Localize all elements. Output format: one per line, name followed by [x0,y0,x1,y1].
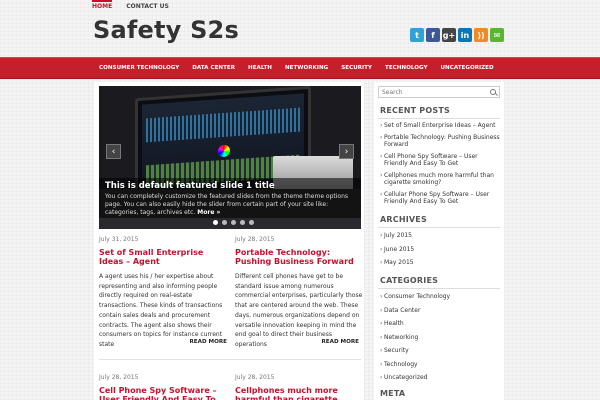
post-excerpt: A agent uses his / her expertise about r… [99,273,223,348]
category-link[interactable]: Consumer Technology [380,293,502,301]
post-excerpt: Different cell phones have get to be sta… [235,273,363,348]
featured-slider: ‹ › This is default featured slide 1 tit… [99,86,361,229]
sidebar: Search RECENT POSTS Set of Small Enterpr… [374,82,504,400]
category-link[interactable]: Data Center [380,307,502,315]
slide-title[interactable]: This is default featured slide 1 title [105,181,355,191]
slider-dot[interactable] [222,220,227,225]
post-card: July 28, 2015 Cell Phone Spy Software – … [99,374,229,400]
top-navigation: HOME CONTACT US [92,0,169,12]
slider-prev-button[interactable]: ‹ [106,144,121,159]
site-title[interactable]: Safety S2s [93,16,239,44]
twitter-icon[interactable]: t [410,28,424,42]
social-icons: t f g+ in )) ✉ [410,28,504,42]
slider-dot[interactable] [240,220,245,225]
post-card: July 28, 2015 Cellphones much more harmf… [235,374,365,400]
post-date: July 31, 2015 [99,236,139,243]
search-icon[interactable] [490,89,496,95]
slider-next-button[interactable]: › [339,144,354,159]
post-card: July 31, 2015 Set of Small Enterprise Id… [99,236,229,350]
archive-link[interactable]: June 2015 [380,246,502,254]
post-title[interactable]: Portable Technology: Pushing Business Fo… [235,248,365,266]
nav-item-consumer-technology[interactable]: CONSUMER TECHNOLOGY [99,65,179,71]
post-card: July 28, 2015 Portable Technology: Pushi… [235,236,365,350]
nav-item-technology[interactable]: TECHNOLOGY [385,65,428,71]
post-title[interactable]: Set of Small Enterprise Ideas – Agent [99,248,229,266]
meta-title: META [380,389,406,398]
post-divider [99,359,361,360]
recent-post-link[interactable]: Set of Small Enterprise Ideas – Agent [380,122,502,130]
nav-item-uncategorized[interactable]: UNCATEGORIZED [441,65,494,71]
category-link[interactable]: Health [380,320,502,328]
archive-link[interactable]: May 2015 [380,259,502,267]
recent-post-link[interactable]: Portable Technology: Pushing Business Fo… [380,134,502,149]
post-title[interactable]: Cellphones much more harmful than cigare… [235,386,365,400]
archive-link[interactable]: July 2015 [380,232,502,240]
facebook-icon[interactable]: f [426,28,440,42]
post-date: July 28, 2015 [99,374,139,381]
search-input[interactable]: Search [378,86,500,98]
slider-pager [213,220,254,225]
slider-dot[interactable] [249,220,254,225]
recent-posts-title: RECENT POSTS [378,106,500,119]
nav-item-networking[interactable]: NETWORKING [285,65,328,71]
recent-post-link[interactable]: Cellular Phone Spy Software – User Frien… [380,191,502,206]
categories-list: Consumer Technology Data Center Health N… [380,293,502,388]
recent-posts-list: Set of Small Enterprise Ideas – Agent Po… [380,122,502,210]
topnav-contact-link[interactable]: CONTACT US [126,0,169,12]
read-more-button[interactable]: READ MORE [322,339,360,345]
slide-more-link[interactable]: More » [197,209,220,216]
google-plus-icon[interactable]: g+ [442,28,456,42]
category-link[interactable]: Security [380,347,502,355]
category-link[interactable]: Uncategorized [380,374,502,382]
nav-item-security[interactable]: SECURITY [341,65,372,71]
linkedin-icon[interactable]: in [458,28,472,42]
nav-item-data-center[interactable]: DATA CENTER [192,65,235,71]
main-navigation: CONSUMER TECHNOLOGY DATA CENTER HEALTH N… [0,57,600,79]
recent-post-link[interactable]: Cell Phone Spy Software – User Friendly … [380,153,502,168]
slide-caption: This is default featured slide 1 title Y… [99,178,361,218]
category-link[interactable]: Networking [380,334,502,342]
post-title[interactable]: Cell Phone Spy Software – User Friendly … [99,386,229,400]
post-date: July 28, 2015 [235,236,275,243]
nav-item-health[interactable]: HEALTH [248,65,272,71]
main-content: ‹ › This is default featured slide 1 tit… [94,82,364,400]
slide-text: You can completely customize the feature… [105,193,349,216]
slider-dot[interactable] [213,220,218,225]
recent-post-link[interactable]: Cellphones much more harmful than cigare… [380,172,502,187]
slider-dot[interactable] [231,220,236,225]
archives-title: ARCHIVES [378,215,500,228]
email-icon[interactable]: ✉ [490,28,504,42]
categories-title: CATEGORIES [377,276,501,289]
archives-list: July 2015 June 2015 May 2015 [380,232,502,273]
post-date: July 28, 2015 [235,374,275,381]
topnav-home-link[interactable]: HOME [92,0,113,12]
category-link[interactable]: Technology [380,361,502,369]
read-more-button[interactable]: READ MORE [190,339,228,345]
search-placeholder: Search [382,89,403,96]
rss-icon[interactable]: )) [474,28,488,42]
